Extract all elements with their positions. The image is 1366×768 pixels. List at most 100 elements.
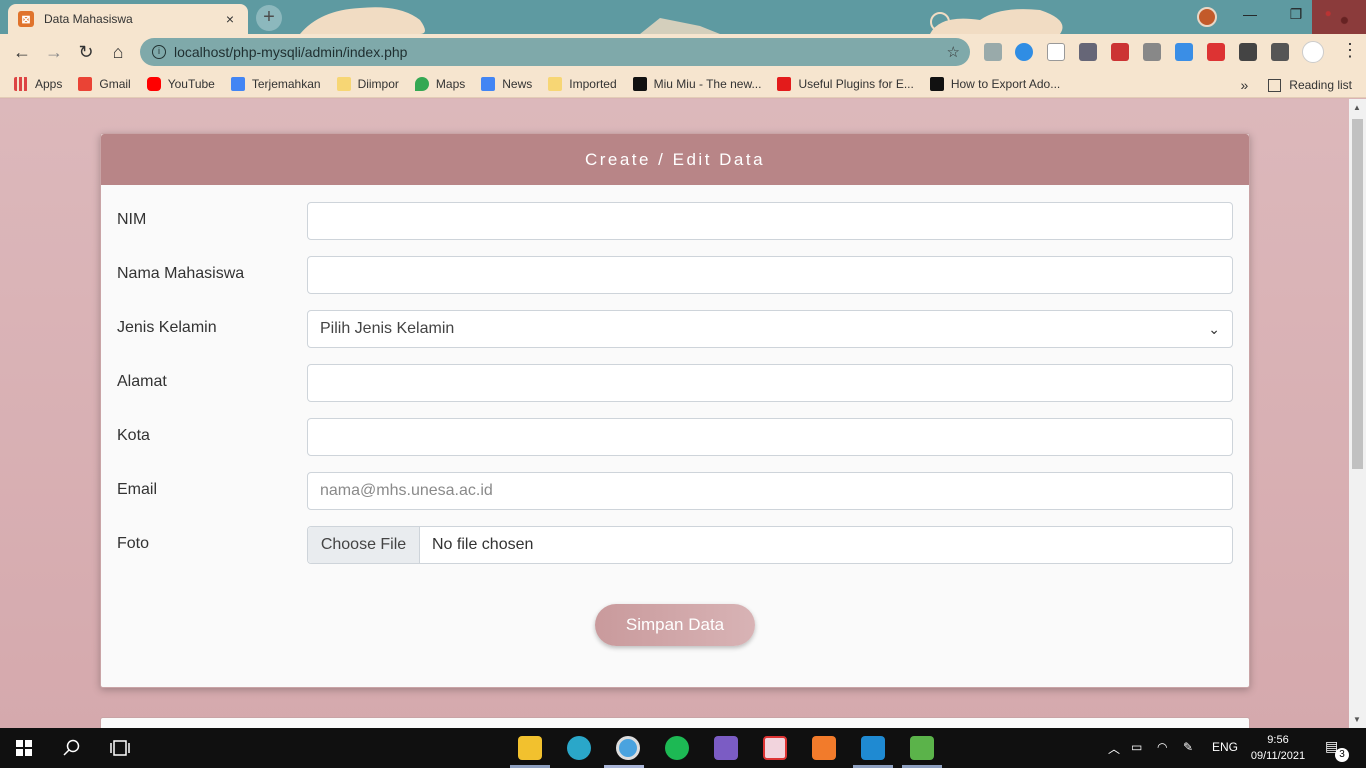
- wifi-icon[interactable]: ◠: [1157, 740, 1167, 754]
- bookmark-item[interactable]: Apps: [14, 76, 62, 91]
- foto-file-input[interactable]: Choose File No file chosen: [307, 526, 1233, 564]
- url-text[interactable]: localhost/php-mysqli/admin/index.php: [174, 44, 947, 60]
- reload-icon[interactable]: ↻: [70, 42, 102, 63]
- close-tab-icon[interactable]: ×: [222, 11, 238, 27]
- task-view-icon[interactable]: [110, 740, 130, 756]
- browser-toolbar: ← → ↻ ⌂ i localhost/php-mysqli/admin/ind…: [0, 34, 1366, 70]
- nama-input[interactable]: [307, 256, 1233, 294]
- xampp-icon[interactable]: [812, 736, 836, 760]
- tray-chevron-up-icon[interactable]: ︿: [1108, 740, 1120, 757]
- bookmark-item[interactable]: Useful Plugins for E...: [777, 76, 914, 91]
- nim-input[interactable]: [307, 202, 1233, 240]
- bookmark-item[interactable]: How to Export Ado...: [929, 76, 1061, 91]
- globe-browser-icon[interactable]: [567, 736, 591, 760]
- extension-icon[interactable]: [1175, 43, 1193, 61]
- apps-grid-icon: [14, 76, 28, 91]
- bookmark-item[interactable]: Imported: [548, 76, 617, 91]
- extension-icon[interactable]: [1111, 43, 1129, 61]
- extension-icon[interactable]: [1015, 43, 1033, 61]
- forward-arrow-icon[interactable]: →: [38, 42, 70, 63]
- menu-kebab-icon[interactable]: ⋮: [1334, 40, 1366, 61]
- pen-icon[interactable]: ✎: [1183, 740, 1193, 754]
- back-arrow-icon[interactable]: ←: [6, 42, 38, 63]
- translate-icon: [230, 76, 245, 91]
- scroll-up-icon[interactable]: ▲: [1353, 103, 1361, 112]
- profile-avatar-icon[interactable]: [1197, 7, 1217, 27]
- restore-button[interactable]: ❐: [1286, 6, 1306, 23]
- clock-time: 9:56: [1267, 734, 1289, 746]
- kota-label: Kota: [117, 427, 150, 444]
- bookmark-label: YouTube: [167, 76, 215, 91]
- scrollbar-thumb[interactable]: [1352, 119, 1363, 469]
- account-avatar-icon[interactable]: [1302, 41, 1324, 63]
- kota-input[interactable]: [307, 418, 1233, 456]
- choose-file-button[interactable]: Choose File: [308, 527, 420, 563]
- form-row-nim: NIM: [101, 202, 1251, 240]
- visual-studio-icon[interactable]: [714, 736, 738, 760]
- bookmarks-bar: Apps Gmail YouTube Terjemahkan Diimpor M…: [0, 70, 1366, 98]
- clock[interactable]: 9:56 09/11/2021: [1250, 732, 1306, 764]
- bookmark-item[interactable]: YouTube: [146, 76, 215, 91]
- battery-icon[interactable]: ▭: [1131, 740, 1142, 754]
- file-status-text: No file chosen: [432, 536, 534, 553]
- medium-icon: [929, 76, 944, 91]
- page-scrollbar[interactable]: ▲ ▼: [1349, 99, 1366, 728]
- minimize-button[interactable]: —: [1240, 6, 1260, 22]
- alamat-label: Alamat: [117, 373, 167, 390]
- address-bar[interactable]: i localhost/php-mysqli/admin/index.php ☆: [140, 38, 970, 66]
- reading-list-icon[interactable]: [1268, 78, 1282, 92]
- simpan-data-button[interactable]: Simpan Data: [595, 604, 755, 646]
- chrome-icon[interactable]: [616, 736, 640, 760]
- bookmark-star-icon[interactable]: ☆: [947, 43, 960, 61]
- bookmark-item[interactable]: Gmail: [78, 76, 131, 91]
- bookmark-item[interactable]: Miu Miu - The new...: [632, 76, 762, 91]
- jenis-kelamin-select[interactable]: Pilih Jenis Kelamin ⌄: [307, 310, 1233, 348]
- windows-start-icon[interactable]: [16, 740, 32, 756]
- email-label: Email: [117, 481, 158, 498]
- bookmark-label: News: [502, 76, 533, 91]
- bookmark-label: Miu Miu - The new...: [653, 76, 762, 91]
- reading-list-label[interactable]: Reading list: [1289, 78, 1352, 92]
- page-viewport: Create / Edit Data NIM Nama Mahasiswa Je…: [0, 99, 1349, 728]
- media-control-icon[interactable]: [1271, 43, 1289, 61]
- vscode-icon[interactable]: [861, 736, 885, 760]
- nama-label: Nama Mahasiswa: [117, 265, 245, 282]
- extension-icon[interactable]: [1047, 43, 1065, 61]
- file-explorer-icon[interactable]: [518, 736, 542, 760]
- more-bookmarks-chevron-icon[interactable]: »: [1241, 77, 1249, 93]
- form-row-email: Email nama@mhs.unesa.ac.id: [101, 472, 1251, 510]
- bookmark-item[interactable]: Maps: [414, 76, 465, 91]
- new-tab-button[interactable]: +: [256, 5, 282, 31]
- bookmark-item[interactable]: News: [481, 76, 533, 91]
- notepad-plus-icon[interactable]: [910, 736, 934, 760]
- next-card: [100, 717, 1250, 728]
- folder-icon: [336, 76, 351, 91]
- adobe-icon: [777, 76, 792, 91]
- bookmark-label: How to Export Ado...: [950, 76, 1061, 91]
- home-icon[interactable]: ⌂: [102, 42, 134, 63]
- maps-pin-icon: [414, 76, 429, 91]
- form-row-nama: Nama Mahasiswa: [101, 256, 1251, 294]
- extension-icon[interactable]: [984, 43, 1002, 61]
- foto-label: Foto: [117, 535, 150, 552]
- language-indicator[interactable]: ENG: [1212, 740, 1238, 754]
- spotify-icon[interactable]: [665, 736, 689, 760]
- site-info-icon[interactable]: i: [152, 45, 166, 59]
- extension-icon[interactable]: [1143, 43, 1161, 61]
- bookmark-item[interactable]: Terjemahkan: [230, 76, 321, 91]
- tab-data-mahasiswa[interactable]: ⊠ Data Mahasiswa ×: [8, 4, 248, 34]
- scroll-down-icon[interactable]: ▼: [1353, 715, 1361, 724]
- form-row-jenis-kelamin: Jenis Kelamin Pilih Jenis Kelamin ⌄: [101, 310, 1251, 348]
- email-input[interactable]: nama@mhs.unesa.ac.id: [307, 472, 1233, 510]
- extension-icon[interactable]: [1207, 43, 1225, 61]
- photoshop-icon[interactable]: [763, 736, 787, 760]
- alamat-input[interactable]: [307, 364, 1233, 402]
- bookmark-item[interactable]: Diimpor: [336, 76, 399, 91]
- nim-label: NIM: [117, 211, 147, 228]
- bookmark-label: Useful Plugins for E...: [798, 76, 914, 91]
- miumiu-logo-icon: [632, 76, 647, 91]
- search-icon[interactable]: [63, 739, 81, 757]
- extensions-puzzle-icon[interactable]: [1239, 43, 1257, 61]
- extension-icon[interactable]: [1079, 43, 1097, 61]
- window-thumbnail[interactable]: [1312, 0, 1366, 34]
